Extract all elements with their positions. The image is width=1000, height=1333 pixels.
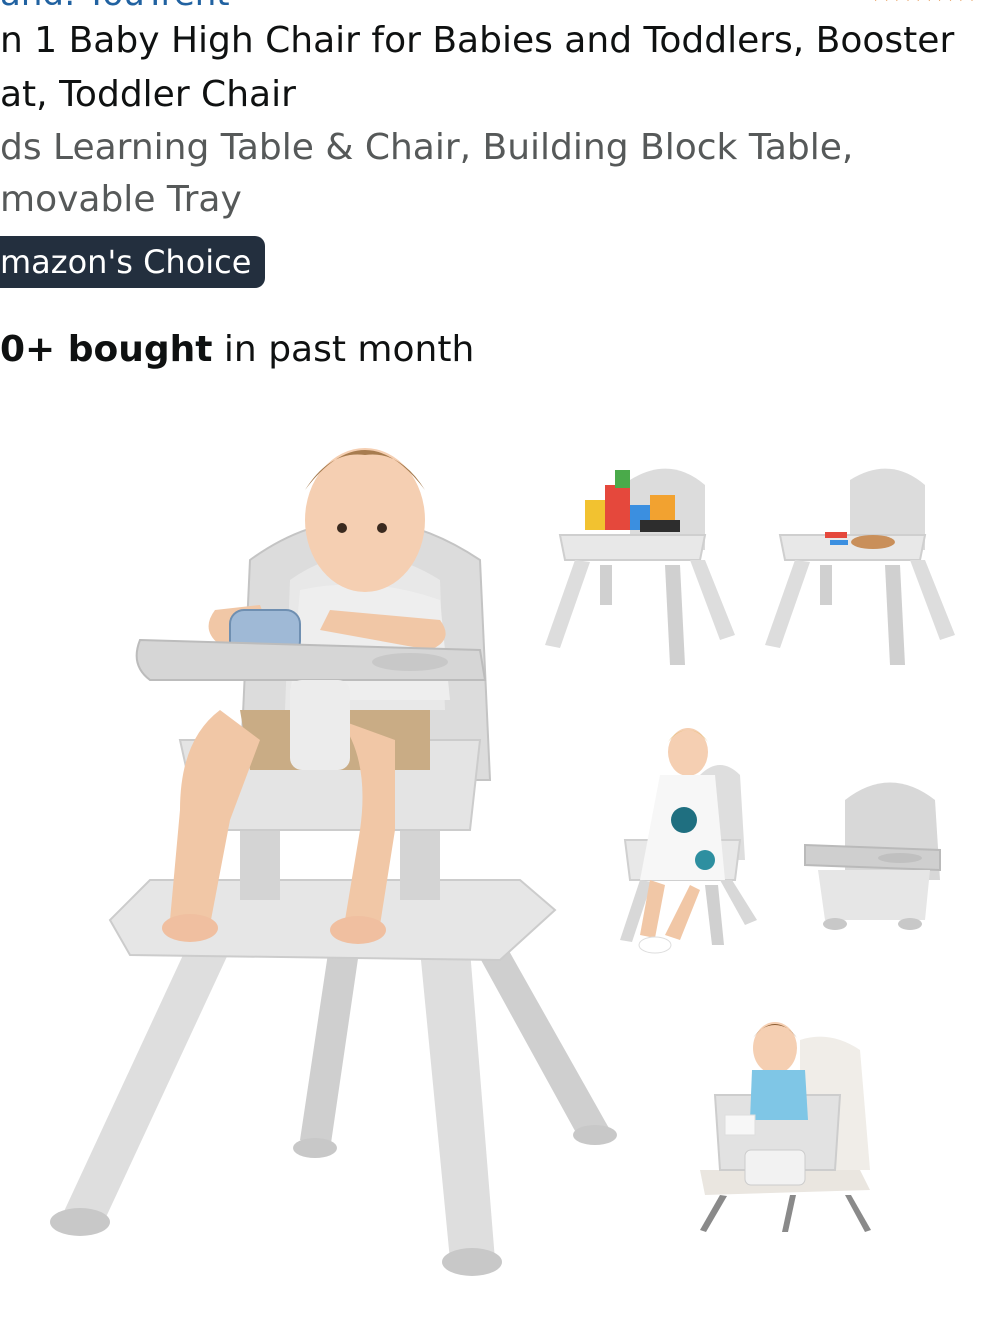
product-title: n 1 Baby High Chair for Babies and Toddl… [0, 20, 955, 115]
toddler-chair [620, 728, 757, 954]
bought-suffix: in past month [212, 329, 475, 370]
brand-link[interactable]: and: YouTrent [0, 0, 230, 14]
bought-in-past-month: 0+ bought in past month [0, 322, 474, 378]
booster-on-dining-chair [700, 1022, 871, 1232]
product-image[interactable] [0, 380, 1000, 1333]
table-with-blocks [545, 468, 735, 665]
booster-seat [804, 782, 941, 930]
bought-count: 0+ bought [0, 329, 213, 370]
table-with-crayons [765, 468, 955, 665]
amazons-choice-badge[interactable]: mazon's Choice [0, 236, 266, 288]
cutoff-header: and: YouTrent ★★★★★ [0, 0, 1000, 14]
rating-stars[interactable]: ★★★★★ [869, 0, 978, 8]
product-subtitle: ds Learning Table & Chair, Building Bloc… [0, 127, 854, 220]
main-high-chair [50, 448, 617, 1276]
